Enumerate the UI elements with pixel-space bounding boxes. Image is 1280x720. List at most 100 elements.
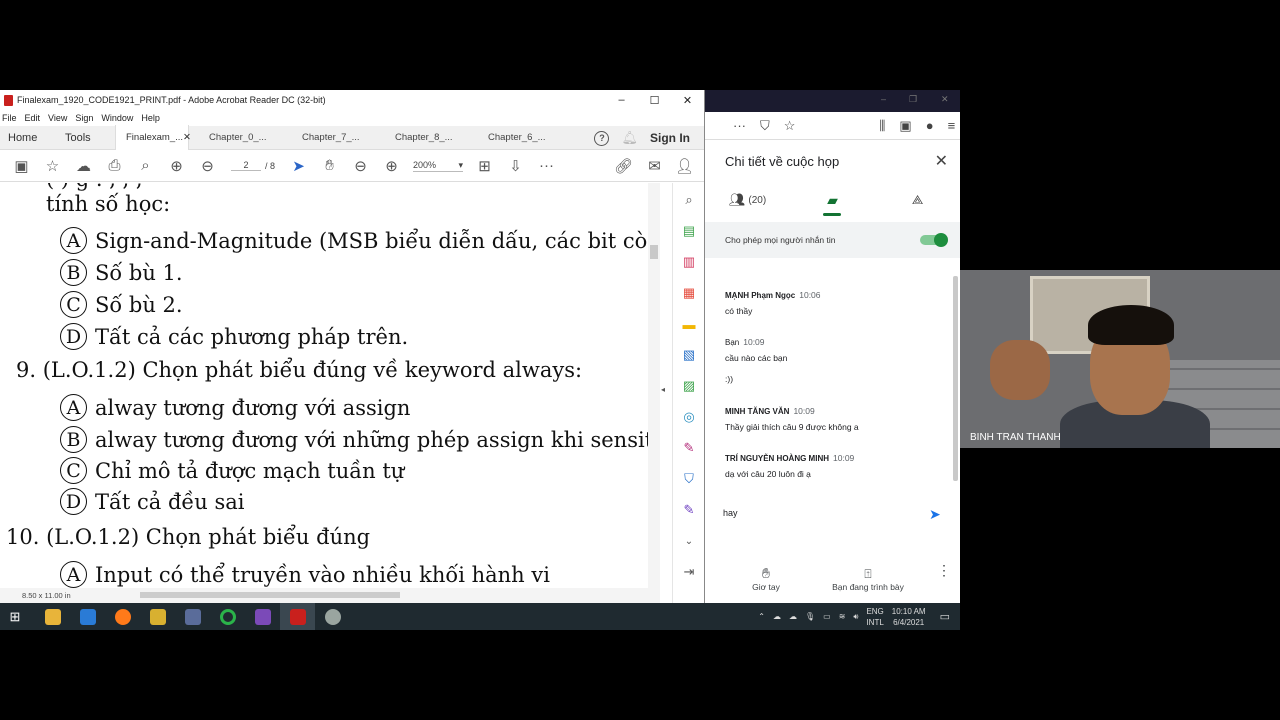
allow-messages-toggle[interactable] (920, 233, 948, 247)
chevron-up-icon[interactable]: ⌃ (758, 612, 765, 621)
save-icon[interactable]: ▣ (6, 152, 37, 180)
print-icon[interactable]: ⎙ (99, 152, 130, 180)
sidebar-icon[interactable]: ▣ (899, 118, 911, 134)
taskbar-app-draw[interactable] (175, 603, 210, 630)
chevron-down-icon[interactable]: ⌄ (680, 530, 698, 552)
maximize-button[interactable]: ☐ (638, 90, 671, 110)
taskbar-firefox[interactable] (105, 603, 140, 630)
organize-pages-icon[interactable]: ▨ (680, 375, 698, 397)
vertical-scrollbar[interactable] (648, 183, 660, 588)
send-icon[interactable]: ➤ (929, 506, 941, 523)
presenting-button[interactable]: ⍐ Bạn đang trình bày (827, 567, 909, 592)
taskbar-mail[interactable] (70, 603, 105, 630)
clock[interactable]: 10:10 AM 6/4/2021 (892, 606, 926, 628)
edit-pdf-icon[interactable]: ▦ (680, 282, 698, 304)
cloud-icon[interactable]: ☁ (773, 612, 781, 621)
upload-icon[interactable]: ☁ (68, 152, 99, 180)
export-pdf-icon[interactable]: ▤ (680, 220, 698, 242)
sign-in-button[interactable]: Sign In (650, 131, 690, 145)
zoom-out-icon[interactable]: ⊖ (345, 152, 376, 180)
more-icon[interactable]: ··· (733, 118, 746, 133)
link-icon[interactable]: 🔗︎ (608, 152, 639, 180)
close-icon[interactable]: ✕ (935, 151, 948, 171)
minimize-icon[interactable]: – (881, 94, 886, 104)
page-current[interactable]: 2 (231, 160, 261, 171)
star-icon[interactable]: ☆ (37, 152, 68, 180)
horizontal-scrollbar[interactable]: 8.50 x 11.00 in (0, 588, 660, 603)
tab-active-doc[interactable]: Finalexam_... ✕ (115, 125, 191, 150)
menu-icon[interactable]: ≡ (948, 118, 956, 133)
menu-edit[interactable]: Edit (25, 113, 41, 123)
raise-hand-button[interactable]: ✋︎ Giơ tay (751, 565, 781, 592)
tab-home[interactable]: Home (0, 126, 57, 150)
notification-icon[interactable]: ▭ (940, 610, 950, 623)
wifi-icon[interactable]: ≋ (839, 612, 846, 621)
zoom-in-icon[interactable]: ⊕ (376, 152, 407, 180)
tab-chapter-0[interactable]: Chapter_0_... (189, 126, 282, 150)
tab-chat[interactable]: ▰ (790, 182, 875, 218)
scroll-thumb[interactable] (650, 245, 658, 259)
more-icon[interactable]: ··· (531, 152, 562, 180)
comment-icon[interactable]: ▬ (680, 313, 698, 335)
fill-sign-icon[interactable]: ✎ (680, 437, 698, 459)
restore-icon[interactable]: ❐ (909, 94, 917, 105)
language-indicator[interactable]: ENG INTL (866, 606, 883, 628)
scroll-thumb[interactable] (140, 592, 400, 598)
document-view[interactable]: ( ) g . , , , tính số học: A Sign-and-Mag… (0, 183, 660, 603)
collapse-arrow-icon[interactable]: ◂ (661, 385, 665, 394)
chat-scrollbar[interactable] (953, 268, 959, 488)
page-up-icon[interactable]: ⊕ (161, 152, 192, 180)
tab-tools[interactable]: Tools (57, 126, 115, 150)
scan-icon[interactable]: ◎ (680, 406, 698, 428)
tab-chapter-7[interactable]: Chapter_7_... (282, 126, 375, 150)
help-icon[interactable]: ? (594, 130, 610, 146)
combine-files-icon[interactable]: ▧ (680, 344, 698, 366)
more-options-icon[interactable]: ⋮ (937, 562, 951, 579)
tab-chapter-6[interactable]: Chapter_6_... (468, 126, 561, 150)
library-icon[interactable]: ⫼ (879, 118, 885, 134)
menu-view[interactable]: View (48, 113, 67, 123)
select-cursor-icon[interactable]: ➤ (283, 152, 314, 180)
taskbar-app-yellow[interactable] (140, 603, 175, 630)
taskbar-acrobat[interactable] (280, 603, 315, 630)
volume-icon[interactable]: 🔊︎ (853, 612, 858, 622)
more-tools-icon[interactable]: ✎ (680, 499, 698, 521)
chat-input[interactable]: hay (723, 508, 738, 518)
protect-icon[interactable]: ⛉ (680, 468, 698, 490)
fit-page-icon[interactable]: ⊞ (469, 152, 500, 180)
bell-icon[interactable]: 🔔︎ (621, 130, 638, 146)
mail-icon[interactable]: ✉ (639, 152, 670, 180)
mic-icon[interactable]: 🎙︎ (805, 612, 815, 621)
close-icon[interactable]: ✕ (941, 94, 949, 105)
create-pdf-icon[interactable]: ▥ (680, 251, 698, 273)
page-down-icon[interactable]: ⊖ (192, 152, 223, 180)
account-icon[interactable]: ● (926, 118, 934, 133)
menu-help[interactable]: Help (141, 113, 160, 123)
hand-icon[interactable]: ✋︎ (314, 152, 345, 180)
taskbar-app-green[interactable] (210, 603, 245, 630)
windows-start-icon[interactable]: ⊞ (0, 609, 30, 625)
menu-file[interactable]: File (2, 113, 17, 123)
tab-people[interactable]: 👥︎ (20) (705, 182, 790, 218)
minimize-button[interactable]: – (605, 90, 638, 110)
cloud-icon[interactable]: ☁ (789, 612, 797, 621)
taskbar-explorer[interactable] (35, 603, 70, 630)
taskbar-app-purple[interactable] (245, 603, 280, 630)
menu-sign[interactable]: Sign (75, 113, 93, 123)
scroll-thumb[interactable] (953, 276, 958, 481)
search-icon[interactable]: ⌕ (130, 152, 161, 180)
user-add-icon[interactable]: 👤︎ (669, 152, 700, 180)
close-button[interactable]: ✕ (671, 90, 704, 110)
page-navigator[interactable]: 2 / 8 (231, 160, 275, 171)
battery-icon[interactable]: ▭ (823, 612, 831, 621)
tab-activities[interactable]: ⟁ (875, 182, 960, 218)
zoom-tool-icon[interactable]: ⌕ (680, 189, 698, 211)
taskbar-app-tools[interactable] (315, 603, 350, 630)
menu-window[interactable]: Window (101, 113, 133, 123)
zoom-select[interactable]: 200% ▾ (413, 160, 464, 172)
pocket-icon[interactable]: ⛉ (760, 118, 770, 134)
expand-panel-icon[interactable]: ⇥ (680, 561, 698, 583)
tab-chapter-8[interactable]: Chapter_8_... (375, 126, 468, 150)
scroll-mode-icon[interactable]: ⇩ (500, 152, 531, 180)
bookmark-star-icon[interactable]: ☆ (784, 118, 796, 134)
